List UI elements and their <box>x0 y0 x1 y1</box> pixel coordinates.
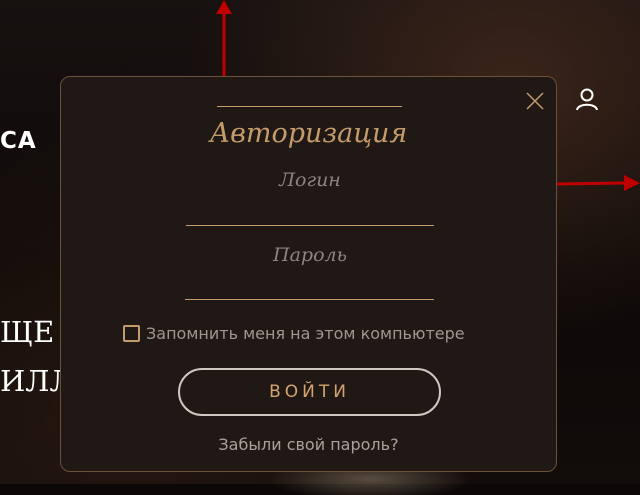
modal-title: Авторизация <box>209 118 408 149</box>
password-underline <box>185 299 434 300</box>
arrow-up-icon <box>216 0 232 78</box>
login-button[interactable]: ВОЙТИ <box>178 368 441 416</box>
user-icon[interactable] <box>574 86 600 112</box>
password-field[interactable]: Пароль <box>185 240 434 300</box>
site-logo[interactable]: CA <box>0 128 37 154</box>
remember-label: Запомнить меня на этом компьютере <box>146 323 465 343</box>
remember-checkbox[interactable] <box>123 324 140 342</box>
arrow-right-icon <box>556 175 640 191</box>
close-icon[interactable] <box>525 91 545 111</box>
login-label: Логин <box>279 169 341 191</box>
forgot-password-link[interactable]: Забыли свой пароль? <box>61 435 556 454</box>
login-underline <box>186 225 434 226</box>
top-divider <box>217 106 402 107</box>
remember-me[interactable]: Запомнить меня на этом компьютере <box>123 323 465 343</box>
password-label: Пароль <box>273 244 347 266</box>
authorization-modal: Авторизация Логин Пароль Запомнить меня … <box>60 76 557 472</box>
hero-heading-line-1: ЩЕ <box>0 315 55 349</box>
login-field[interactable]: Логин <box>186 165 434 226</box>
